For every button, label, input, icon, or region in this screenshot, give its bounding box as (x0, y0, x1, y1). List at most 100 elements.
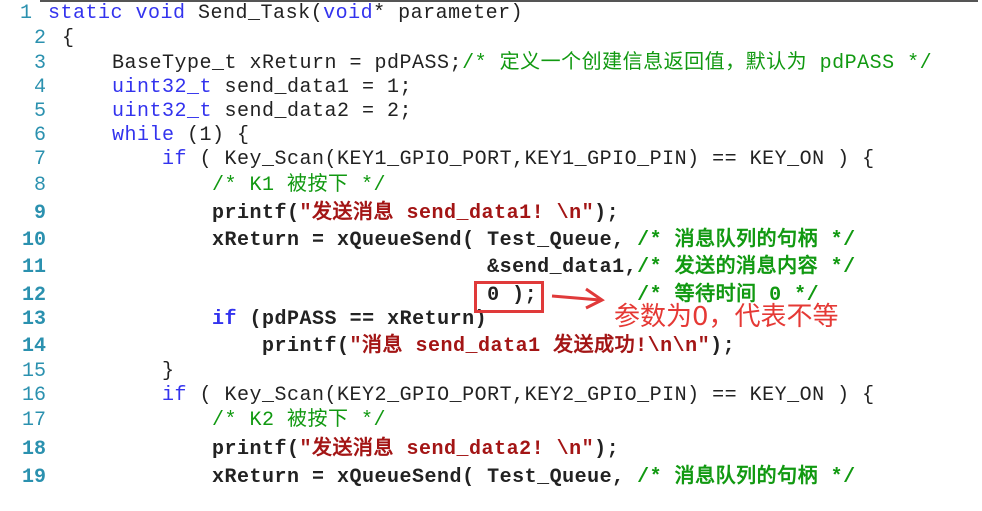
line-code: printf("发送消息 send_data2! \n"); (62, 437, 619, 463)
line-number: 2 (33, 27, 46, 50)
code-line: 9 printf("发送消息 send_data1! \n"); (0, 201, 982, 227)
line-code: if ( Key_Scan(KEY1_GPIO_PORT,KEY1_GPIO_P… (62, 147, 875, 173)
line-number: 7 (33, 148, 46, 171)
line-code: uint32_t send_data2 = 2; (62, 99, 412, 125)
code-token: ); (594, 438, 620, 461)
string-token: "消息 send_data1 发送成功!\n\n" (349, 335, 711, 358)
code-token: (1) { (174, 124, 250, 147)
line-number: 16 (21, 384, 46, 407)
code-line: 16 if ( Key_Scan(KEY2_GPIO_PORT,KEY2_GPI… (0, 383, 982, 409)
line-code: } (62, 359, 175, 385)
line-number: 13 (21, 308, 46, 331)
code-token: } (62, 360, 175, 383)
line-number: 9 (33, 202, 46, 225)
keyword-token: while (112, 124, 175, 147)
keyword-token: uint32_t (112, 76, 213, 99)
code-token: printf( (62, 202, 300, 225)
code-token: xReturn = xQueueSend( Test_Queue, (62, 466, 638, 489)
line-code: /* K2 被按下 */ (62, 408, 386, 434)
code-token: ( Key_Scan(KEY2_GPIO_PORT,KEY2_GPIO_PIN)… (187, 384, 875, 407)
arrow-right-icon (551, 287, 605, 310)
code-token: ); (710, 335, 736, 358)
code-screenshot: 1 static void Send_Task(void* parameter) 2… (0, 0, 982, 511)
keyword-token: if (162, 148, 188, 171)
line-number: 19 (21, 466, 46, 489)
line-code: &send_data1,/* 发送的消息内容 */ (62, 255, 856, 281)
code-line: 14 printf("消息 send_data1 发送成功!\n\n"); (0, 334, 982, 360)
code-line: 3 BaseType_t xReturn = pdPASS;/* 定义一个创建信… (0, 51, 982, 77)
line-code: BaseType_t xReturn = pdPASS;/* 定义一个创建信息返… (62, 51, 932, 77)
code-line: 10 xReturn = xQueueSend( Test_Queue, /* … (0, 228, 982, 254)
code-token: ( Key_Scan(KEY1_GPIO_PORT,KEY1_GPIO_PIN)… (187, 148, 875, 171)
comment-token: /* K1 被按下 */ (212, 174, 387, 197)
line-number: 11 (21, 256, 46, 279)
code-token: &send_data1, (62, 256, 638, 279)
code-line: 6 while (1) { (0, 123, 982, 149)
line-number: 14 (21, 335, 46, 358)
code-line: 17 /* K2 被按下 */ (0, 408, 982, 434)
string-token: "发送消息 send_data1! \n" (299, 202, 595, 225)
string-token: "发送消息 send_data2! \n" (299, 438, 595, 461)
line-number: 3 (33, 52, 46, 75)
code-line: 1 static void Send_Task(void* parameter) (0, 1, 982, 27)
annotation-note: 参数为0，代表不等 (614, 302, 839, 332)
code-line: 2{ (0, 26, 982, 52)
keyword-token: void (323, 2, 374, 25)
code-line: 4 uint32_t send_data1 = 1; (0, 75, 982, 101)
code-token: * parameter) (373, 2, 524, 25)
line-number: 12 (21, 284, 46, 307)
line-code: if ( Key_Scan(KEY2_GPIO_PORT,KEY2_GPIO_P… (62, 383, 875, 409)
line-code: { (62, 26, 75, 52)
line-code: if (pdPASS == xReturn) (62, 307, 487, 333)
code-token: xReturn = xQueueSend( Test_Queue, (62, 229, 638, 252)
code-line: 18 printf("发送消息 send_data2! \n"); (0, 437, 982, 463)
code-line: 11 &send_data1,/* 发送的消息内容 */ (0, 255, 982, 281)
keyword-token: void (135, 2, 186, 25)
comment-token: /* K2 被按下 */ (212, 409, 387, 432)
keyword-token: if (212, 308, 238, 331)
highlight-box (474, 281, 544, 313)
line-code: static void Send_Task(void* parameter) (48, 1, 523, 27)
code-line: 5 uint32_t send_data2 = 2; (0, 99, 982, 125)
code-line: 15 } (0, 359, 982, 385)
line-number: 4 (33, 76, 46, 99)
code-token: (pdPASS == xReturn) (237, 308, 488, 331)
line-number: 1 (19, 2, 32, 25)
line-code: uint32_t send_data1 = 1; (62, 75, 412, 101)
code-token: printf( (62, 438, 300, 461)
keyword-token: static (48, 2, 124, 25)
code-token: printf( (62, 335, 350, 358)
code-line: 8 /* K1 被按下 */ (0, 173, 982, 199)
line-code: xReturn = xQueueSend( Test_Queue, /* 消息队… (62, 228, 856, 254)
code-token: Send_Task( (185, 2, 324, 25)
code-token: BaseType_t xReturn = pdPASS; (62, 52, 463, 75)
line-code: while (1) { (62, 123, 250, 149)
code-line: 7 if ( Key_Scan(KEY1_GPIO_PORT,KEY1_GPIO… (0, 147, 982, 173)
comment-token: /* 消息队列的句柄 */ (637, 229, 856, 252)
line-number: 6 (33, 124, 46, 147)
comment-token: /* 发送的消息内容 */ (637, 256, 856, 279)
keyword-token: if (162, 384, 188, 407)
code-token: send_data2 = 2; (212, 100, 413, 123)
line-number: 17 (21, 409, 46, 432)
code-token: send_data1 = 1; (212, 76, 413, 99)
line-code: /* K1 被按下 */ (62, 173, 386, 199)
line-number: 8 (33, 174, 46, 197)
keyword-token: uint32_t (112, 100, 213, 123)
line-number: 18 (21, 438, 46, 461)
line-code: printf("发送消息 send_data1! \n"); (62, 201, 619, 227)
line-number: 10 (21, 229, 46, 252)
line-code: xReturn = xQueueSend( Test_Queue, /* 消息队… (62, 465, 856, 491)
code-token: { (62, 27, 75, 50)
comment-token: /* 消息队列的句柄 */ (637, 466, 856, 489)
line-number: 15 (21, 360, 46, 383)
